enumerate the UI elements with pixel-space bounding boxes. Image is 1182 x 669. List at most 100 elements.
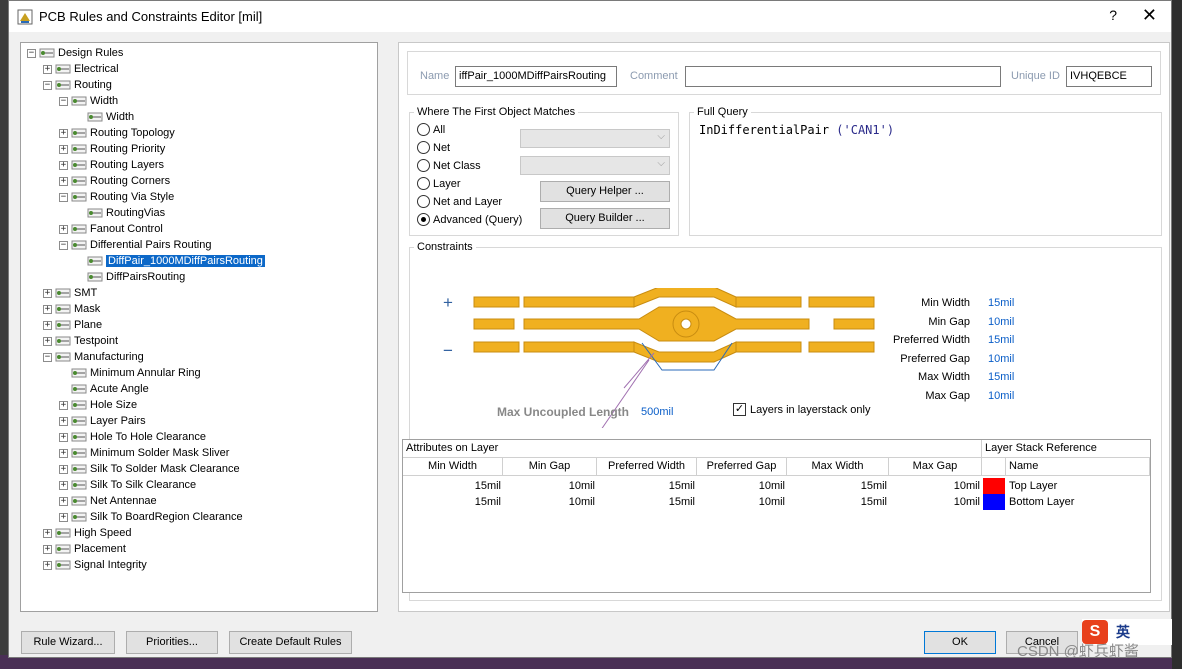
tree-item[interactable]: RoutingVias <box>75 205 165 221</box>
net-combo[interactable] <box>520 129 670 148</box>
tree-item[interactable]: − Manufacturing <box>43 349 144 365</box>
tree-item[interactable]: + Routing Priority <box>59 141 165 157</box>
match-radio[interactable]: Net <box>417 141 450 154</box>
expand-icon[interactable]: + <box>59 416 68 426</box>
expand-icon[interactable]: + <box>59 160 68 170</box>
rule-wizard-button[interactable]: Rule Wizard... <box>21 631 115 654</box>
tree-item[interactable]: Minimum Annular Ring <box>59 365 201 381</box>
layer-name[interactable]: Top Layer <box>1009 478 1149 494</box>
tree-item[interactable]: + Signal Integrity <box>43 557 147 573</box>
name-column-header[interactable]: Name <box>1006 458 1150 476</box>
collapse-icon[interactable]: − <box>59 240 68 250</box>
constraint-value[interactable]: 15mil <box>988 334 1014 346</box>
table-cell[interactable]: 15mil <box>787 478 887 494</box>
column-header[interactable]: Preferred Gap <box>697 458 787 476</box>
tree-item[interactable]: − Width <box>59 93 118 109</box>
expand-icon[interactable]: + <box>59 512 68 522</box>
constraint-value[interactable]: 10mil <box>988 316 1014 328</box>
match-radio[interactable]: Net and Layer <box>417 195 502 208</box>
collapse-icon[interactable]: − <box>27 48 36 58</box>
tree-item[interactable]: + Placement <box>43 541 126 557</box>
column-header[interactable]: Max Gap <box>889 458 982 476</box>
rule-name-input[interactable]: iffPair_1000MDiffPairsRouting <box>455 66 617 87</box>
column-header[interactable]: Max Width <box>787 458 889 476</box>
create-default-rules-button[interactable]: Create Default Rules <box>229 631 352 654</box>
tree-item[interactable]: Acute Angle <box>59 381 149 397</box>
tree-item[interactable]: + Routing Topology <box>59 125 175 141</box>
tree-item[interactable]: + Silk To BoardRegion Clearance <box>59 509 243 525</box>
tree-item[interactable]: + Routing Layers <box>59 157 164 173</box>
tree-item[interactable]: DiffPairsRouting <box>75 269 185 285</box>
expand-icon[interactable]: + <box>43 544 52 554</box>
table-cell[interactable]: 10mil <box>697 478 785 494</box>
unique-id-input[interactable]: IVHQEBCE <box>1066 66 1152 87</box>
table-cell[interactable]: 15mil <box>403 478 501 494</box>
expand-icon[interactable]: + <box>43 560 52 570</box>
tree-item[interactable]: Width <box>75 109 134 125</box>
match-radio[interactable]: All <box>417 123 445 136</box>
tree-item[interactable]: − Routing <box>43 77 112 93</box>
full-query-text[interactable]: InDifferentialPair ('CAN1') <box>699 123 894 137</box>
tree-item[interactable]: + Hole To Hole Clearance <box>59 429 206 445</box>
expand-icon[interactable]: + <box>59 128 68 138</box>
expand-icon[interactable]: + <box>43 64 52 74</box>
layer-name[interactable]: Bottom Layer <box>1009 494 1149 510</box>
max-uncoupled-value[interactable]: 500mil <box>641 406 673 418</box>
tree-item[interactable]: + Mask <box>43 301 100 317</box>
rules-tree[interactable]: − Design Rules + Electrical − Routing − Width Wi… <box>20 42 378 612</box>
ime-language[interactable]: 英 <box>1116 622 1130 642</box>
ok-button[interactable]: OK <box>924 631 996 654</box>
column-header[interactable]: Min Gap <box>503 458 597 476</box>
collapse-icon[interactable]: − <box>43 80 52 90</box>
column-header[interactable]: Min Width <box>403 458 503 476</box>
table-cell[interactable]: 15mil <box>403 494 501 510</box>
expand-icon[interactable]: + <box>43 304 52 314</box>
help-button[interactable]: ? <box>1109 7 1117 23</box>
tree-item-selected[interactable]: DiffPair_1000MDiffPairsRouting <box>75 253 265 269</box>
table-cell[interactable]: 15mil <box>787 494 887 510</box>
table-cell[interactable]: 15mil <box>597 494 695 510</box>
match-radio[interactable]: Advanced (Query) <box>417 213 522 226</box>
tree-item[interactable]: + Hole Size <box>59 397 137 413</box>
table-cell[interactable]: 10mil <box>697 494 785 510</box>
layerstack-only-checkbox[interactable]: ✓ Layers in layerstack only <box>733 403 870 416</box>
constraint-value[interactable]: 15mil <box>988 297 1014 309</box>
table-cell[interactable]: 10mil <box>503 478 595 494</box>
tree-item[interactable]: + SMT <box>43 285 97 301</box>
expand-icon[interactable]: + <box>59 496 68 506</box>
collapse-icon[interactable]: − <box>43 352 52 362</box>
tree-item[interactable]: + Routing Corners <box>59 173 170 189</box>
tree-item[interactable]: + Electrical <box>43 61 119 77</box>
column-header[interactable]: Preferred Width <box>597 458 697 476</box>
comment-input[interactable] <box>685 66 1001 87</box>
expand-icon[interactable]: + <box>43 528 52 538</box>
tree-item[interactable]: + Layer Pairs <box>59 413 146 429</box>
expand-icon[interactable]: + <box>59 176 68 186</box>
tree-item[interactable]: + Plane <box>43 317 102 333</box>
priorities-button[interactable]: Priorities... <box>126 631 218 654</box>
expand-icon[interactable]: + <box>59 144 68 154</box>
tree-item[interactable]: + Silk To Silk Clearance <box>59 477 196 493</box>
table-cell[interactable]: 15mil <box>597 478 695 494</box>
tree-item[interactable]: + Minimum Solder Mask Sliver <box>59 445 229 461</box>
match-radio[interactable]: Layer <box>417 177 461 190</box>
tree-item[interactable]: + Testpoint <box>43 333 118 349</box>
match-radio[interactable]: Net Class <box>417 159 481 172</box>
close-button[interactable]: ✕ <box>1142 5 1157 26</box>
expand-icon[interactable]: + <box>59 432 68 442</box>
tree-item[interactable]: − Routing Via Style <box>59 189 174 205</box>
tree-item[interactable]: − Differential Pairs Routing <box>59 237 211 253</box>
expand-icon[interactable]: + <box>59 224 68 234</box>
expand-icon[interactable]: + <box>59 464 68 474</box>
collapse-icon[interactable]: − <box>59 96 68 106</box>
expand-icon[interactable]: + <box>43 288 52 298</box>
expand-icon[interactable]: + <box>59 448 68 458</box>
tree-item[interactable]: + Fanout Control <box>59 221 163 237</box>
tree-item[interactable]: + High Speed <box>43 525 132 541</box>
query-helper-button[interactable]: Query Helper ... <box>540 181 670 202</box>
netclass-combo[interactable] <box>520 156 670 175</box>
expand-icon[interactable]: + <box>43 320 52 330</box>
collapse-icon[interactable]: − <box>59 192 68 202</box>
tree-item[interactable]: − Design Rules <box>27 45 123 61</box>
table-cell[interactable]: 10mil <box>889 478 980 494</box>
